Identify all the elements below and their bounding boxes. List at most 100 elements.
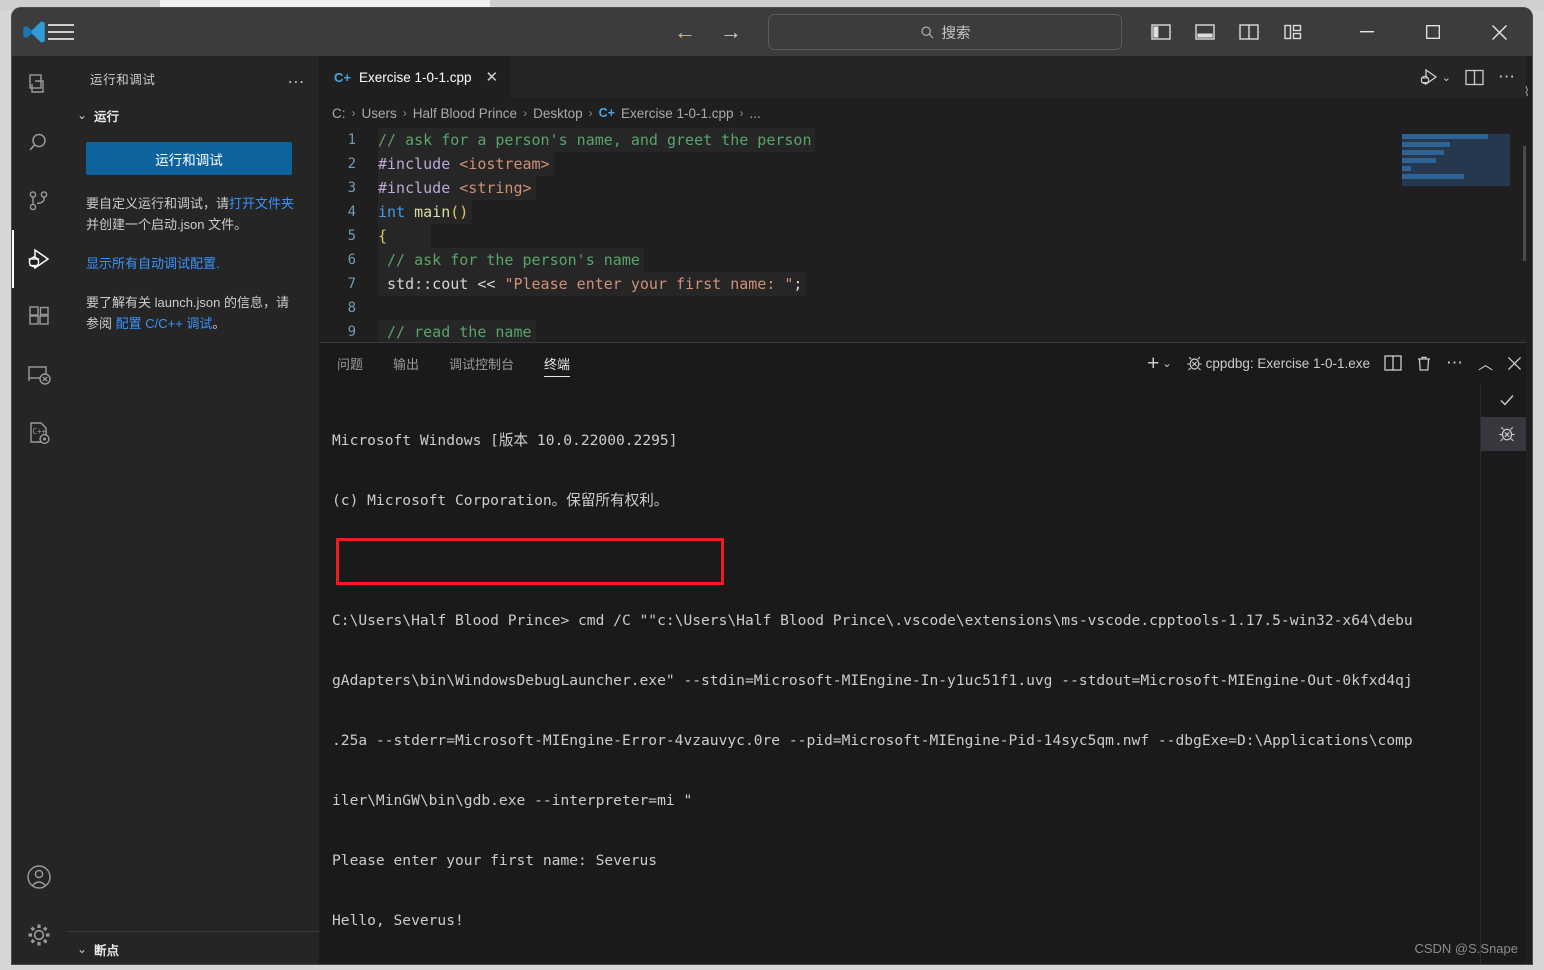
sidebar-body: 运行和调试 要自定义运行和调试，请打开文件夹 并创建一个启动.json 文件。 … bbox=[66, 130, 319, 334]
breadcrumb-item-desktop[interactable]: Desktop bbox=[533, 106, 583, 121]
code-editor[interactable]: 1 // ask for a person's name, and greet t… bbox=[320, 128, 1532, 342]
settings-gear-icon bbox=[28, 924, 50, 946]
active-terminal-entry[interactable]: cppdbg: Exercise 1-0-1.exe bbox=[1186, 355, 1370, 372]
function-name: main bbox=[414, 203, 451, 221]
editor-overflow-marker: ⌇ bbox=[1523, 84, 1530, 99]
terminal-line: gAdapters\bin\WindowsDebugLauncher.exe" … bbox=[332, 672, 1413, 689]
sidebar-section-run[interactable]: ⌄ 运行 bbox=[66, 100, 319, 130]
toggle-panel-icon[interactable] bbox=[1192, 20, 1218, 44]
minimap[interactable] bbox=[1402, 134, 1510, 186]
sidebar-hint-launchjson: 要了解有关 launch.json 的信息，请参阅 配置 C/C++ 调试。 bbox=[86, 292, 299, 334]
panel-more-actions-button[interactable]: ⋯ bbox=[1446, 353, 1464, 373]
line-number: 4 bbox=[347, 204, 356, 220]
panel-tab-terminal[interactable]: 终端 bbox=[531, 343, 583, 383]
chevron-down-icon: ⌄ bbox=[76, 108, 88, 122]
code-line: 5{ bbox=[320, 224, 1532, 248]
arrow-left-icon[interactable]: ← bbox=[674, 21, 696, 43]
customize-layout-icon[interactable] bbox=[1280, 20, 1306, 44]
trash-icon bbox=[1417, 356, 1430, 371]
search-placeholder: 搜索 bbox=[941, 25, 971, 42]
new-terminal-button[interactable]: + ⌄ bbox=[1147, 353, 1171, 374]
window-right-edge bbox=[1526, 56, 1532, 964]
editor-more-actions-button[interactable]: ⋯ bbox=[1498, 67, 1516, 87]
terminal-output[interactable]: Microsoft Windows [版本 10.0.22000.2295] (… bbox=[320, 383, 1480, 964]
minimap-line bbox=[1402, 142, 1450, 147]
breadcrumb-item-user[interactable]: Half Blood Prince bbox=[413, 106, 517, 121]
activity-item-explorer[interactable] bbox=[12, 56, 66, 114]
code-line: 1 // ask for a person's name, and greet t… bbox=[320, 128, 1532, 152]
activity-item-search[interactable] bbox=[12, 114, 66, 172]
panel-actions: + ⌄ cppdbg: Exercise 1-0-1.exe ⋯ ︿ bbox=[1147, 343, 1522, 383]
debug-bug-icon bbox=[1498, 426, 1515, 442]
arrow-right-icon[interactable]: → bbox=[720, 21, 742, 43]
sidebar-title: 运行和调试 bbox=[90, 72, 156, 87]
panel-tab-debug-console[interactable]: 调试控制台 bbox=[436, 343, 527, 383]
search-input[interactable]: 搜索 bbox=[768, 14, 1122, 50]
chevron-down-icon: ⌄ bbox=[76, 942, 88, 956]
toggle-secondary-sidebar-icon[interactable] bbox=[1236, 20, 1262, 44]
panel-tab-output[interactable]: 输出 bbox=[380, 343, 432, 383]
debug-bug-icon bbox=[1186, 356, 1202, 370]
code-line: 3 #include <string> bbox=[320, 176, 1532, 200]
sidebar-hint-customize: 要自定义运行和调试，请打开文件夹 并创建一个启动.json 文件。 bbox=[86, 193, 299, 235]
bottom-panel: 问题 输出 调试控制台 终端 + ⌄ cppdbg: Exercise 1-0-… bbox=[320, 342, 1532, 964]
code-lines: 1 // ask for a person's name, and greet t… bbox=[320, 128, 1532, 342]
terminal-line: C:\Users\Half Blood Prince> cmd /C ""c:\… bbox=[332, 612, 1413, 629]
vscode-logo-icon bbox=[20, 18, 48, 46]
close-tab-icon[interactable]: ✕ bbox=[486, 70, 499, 85]
chevron-down-icon: ⌄ bbox=[1441, 71, 1451, 84]
breadcrumb: C: › Users › Half Blood Prince › Desktop… bbox=[320, 98, 1532, 128]
configure-cpp-debug-link[interactable]: 配置 C/C++ 调试 bbox=[116, 316, 213, 331]
maximize-panel-button[interactable]: ︿ bbox=[1478, 353, 1493, 374]
run-or-debug-file-button[interactable]: ⌄ bbox=[1418, 67, 1451, 87]
sidebar-header: 运行和调试 ... bbox=[66, 56, 319, 100]
breadcrumb-item-symbols[interactable]: ... bbox=[750, 106, 761, 121]
line-number: 6 bbox=[347, 252, 356, 268]
activity-item-cpp-config[interactable]: C++ bbox=[12, 404, 66, 462]
activity-item-extensions[interactable] bbox=[12, 288, 66, 346]
activity-item-run-and-debug[interactable] bbox=[12, 230, 66, 288]
close-button[interactable] bbox=[1466, 8, 1532, 56]
hamburger-menu-icon[interactable] bbox=[48, 24, 74, 40]
title-bar: ← → 搜索 bbox=[12, 8, 1532, 56]
breadcrumb-item-file[interactable]: Exercise 1-0-1.cpp bbox=[621, 106, 734, 121]
navigation-arrows: ← → bbox=[674, 21, 742, 43]
split-terminal-icon bbox=[1384, 355, 1402, 371]
include-header: <iostream> bbox=[459, 155, 550, 173]
source-control-icon bbox=[29, 191, 48, 211]
activity-item-source-control[interactable] bbox=[12, 172, 66, 230]
code-line: 6 // ask for the person's name bbox=[320, 248, 1532, 272]
toggle-primary-sidebar-icon[interactable] bbox=[1148, 20, 1174, 44]
open-folder-link[interactable]: 打开文件夹 bbox=[229, 196, 294, 211]
breadcrumb-item-drive[interactable]: C: bbox=[332, 106, 346, 121]
line-number: 3 bbox=[347, 180, 356, 196]
code-text: // ask for the person's name bbox=[378, 248, 644, 272]
code-text: { bbox=[378, 224, 432, 248]
activity-item-account[interactable] bbox=[12, 848, 66, 906]
preprocessor-directive: #include bbox=[378, 155, 451, 173]
terminal-list-item-cppdbg[interactable] bbox=[1481, 417, 1532, 451]
code-text: // read the name bbox=[378, 320, 536, 342]
minimap-line bbox=[1402, 166, 1411, 171]
split-editor-button[interactable] bbox=[1465, 69, 1484, 86]
activity-item-remote-explorer[interactable] bbox=[12, 346, 66, 404]
editor-actions: ⌄ ⋯ bbox=[1418, 56, 1524, 98]
show-all-debug-configs-link[interactable]: 显示所有自动调试配置. bbox=[86, 256, 220, 271]
operator: << bbox=[468, 275, 505, 293]
terminal-list-item-check[interactable] bbox=[1481, 383, 1532, 417]
run-and-debug-button[interactable]: 运行和调试 bbox=[86, 142, 292, 175]
editor-tab-bar: C+ Exercise 1-0-1.cpp ✕ ⌄ ⋯ bbox=[320, 56, 1532, 98]
sidebar-more-actions-icon[interactable]: ... bbox=[288, 68, 305, 88]
breadcrumb-separator: › bbox=[351, 106, 356, 120]
editor-tab-exercise-cpp[interactable]: C+ Exercise 1-0-1.cpp ✕ bbox=[320, 56, 511, 98]
sidebar-section-breakpoints[interactable]: ⌄ 断点 bbox=[66, 934, 320, 964]
maximize-button[interactable] bbox=[1400, 8, 1466, 56]
activity-item-settings[interactable] bbox=[12, 906, 66, 964]
minimize-button[interactable] bbox=[1334, 8, 1400, 56]
keyword: int bbox=[378, 203, 406, 221]
kill-terminal-button[interactable] bbox=[1416, 355, 1432, 372]
split-terminal-button[interactable] bbox=[1384, 355, 1402, 371]
close-panel-button[interactable] bbox=[1507, 356, 1522, 371]
breadcrumb-item-users[interactable]: Users bbox=[362, 106, 397, 121]
panel-tab-problems[interactable]: 问题 bbox=[324, 343, 376, 383]
